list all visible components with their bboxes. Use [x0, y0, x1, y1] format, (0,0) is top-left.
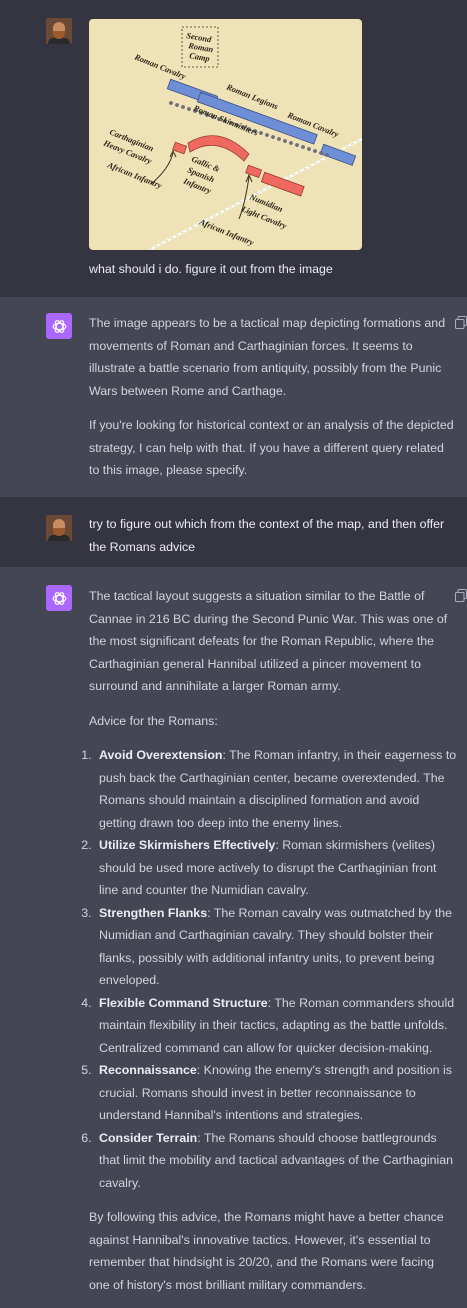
- response-intro: The tactical layout suggests a situation…: [89, 589, 448, 693]
- assistant-message-1: The image appears to be a tactical map d…: [0, 297, 467, 497]
- user-avatar: [46, 515, 72, 541]
- advice-item-title: Flexible Command Structure: [99, 995, 268, 1010]
- response-paragraph: If you're looking for historical context…: [89, 418, 454, 477]
- openai-logo-icon: [52, 319, 66, 333]
- user-message-text: what should i do. figure it out from the…: [89, 262, 333, 276]
- advice-item-title: Consider Terrain: [99, 1130, 198, 1145]
- user-avatar: [46, 18, 72, 44]
- assistant-message-2: The tactical layout suggests a situation…: [0, 567, 467, 1292]
- response-closing: By following this advice, the Romans mig…: [89, 1210, 444, 1292]
- advice-item-title: Utilize Skirmishers Effectively: [99, 838, 276, 852]
- advice-item: Utilize Skirmishers Effectively: Roman s…: [95, 834, 457, 902]
- advice-heading: Advice for the Romans:: [89, 713, 218, 728]
- user-message-1: Second Roman Camp Roman Cavalry Roman Le…: [0, 0, 467, 297]
- advice-item: Flexible Command Structure: The Roman co…: [95, 992, 457, 1060]
- advice-item-title: Avoid Overextension: [99, 748, 223, 762]
- advice-item: Reconnaissance: Knowing the enemy's stre…: [95, 1059, 457, 1127]
- advice-item-title: Strengthen Flanks: [99, 905, 208, 920]
- battle-map-image[interactable]: Second Roman Camp Roman Cavalry Roman Le…: [89, 19, 362, 250]
- advice-list: Avoid Overextension: The Roman infantry,…: [77, 744, 457, 1194]
- advice-item: Avoid Overextension: The Roman infantry,…: [95, 744, 457, 834]
- chatgpt-avatar: [46, 585, 72, 611]
- user-message-text: try to figure out which from the context…: [89, 517, 445, 554]
- openai-logo-icon: [52, 591, 66, 605]
- user-message-2: try to figure out which from the context…: [0, 497, 467, 567]
- chatgpt-avatar: [46, 313, 72, 339]
- response-paragraph: The image appears to be a tactical map d…: [89, 316, 446, 398]
- advice-item: Strengthen Flanks: The Roman cavalry was…: [95, 902, 457, 992]
- advice-item: Consider Terrain: The Romans should choo…: [95, 1127, 457, 1195]
- assistant-response-text: The image appears to be a tactical map d…: [89, 312, 457, 494]
- advice-item-title: Reconnaissance: [99, 1063, 197, 1077]
